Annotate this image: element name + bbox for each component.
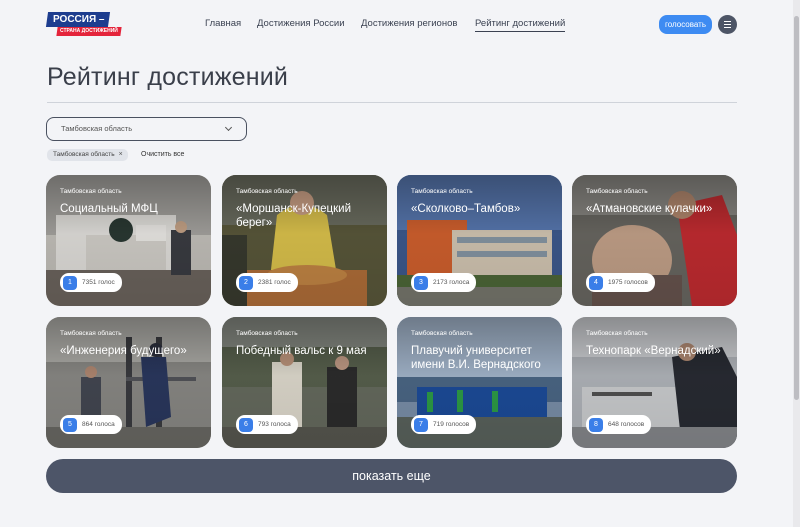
card-title: «Атмановские кулачки» [586,203,713,215]
vote-count-badge: 8 648 голосов [586,415,652,434]
achievement-card[interactable]: Тамбовская область Социальный МФЦ 1 7351 … [46,175,211,306]
card-region: Тамбовская область [60,330,122,337]
filter-tag-label: Тамбовская область [53,151,115,158]
vote-count-badge: 5 864 голоса [60,415,122,434]
rank-badge: 5 [63,417,77,432]
vote-count-badge: 2 2381 голос [236,273,298,292]
card-title: «Моршанск-Купецкий берег» [236,203,352,229]
filter-tag: Тамбовская область × [47,149,128,161]
vote-count-badge: 4 1975 голосов [586,273,655,292]
scrollbar[interactable] [793,0,800,527]
chevron-down-icon [224,123,233,132]
achievement-card[interactable]: Тамбовская область Технопарк «Вернадский… [572,317,737,448]
nav-rating[interactable]: Рейтинг достижений [475,17,566,32]
vote-count: 793 голоса [258,421,291,428]
achievement-card[interactable]: Тамбовская область «Сколково–Тамбов» 3 21… [397,175,562,306]
rank-badge: 8 [589,417,603,432]
achievement-card[interactable]: Тамбовская область Победный вальс к 9 ма… [222,317,387,448]
card-title: Победный вальс к 9 мая [236,345,367,357]
card-region: Тамбовская область [236,330,298,337]
page-title: Рейтинг достижений [47,63,289,91]
vote-count-badge: 7 719 голосов [411,415,477,434]
region-select[interactable]: Тамбовская область [46,117,247,141]
vote-count: 7351 голос [82,279,115,286]
scrollbar-thumb[interactable] [794,16,799,400]
site-header: РОССИЯ – СТРАНА ДОСТИЖЕНИЙ Главная Дости… [0,0,800,50]
card-title: Технопарк «Вернадский» [586,345,721,357]
vote-count: 2173 голоса [433,279,470,286]
vote-count: 2381 голос [258,279,291,286]
rank-badge: 4 [589,275,603,290]
vote-count-badge: 6 793 голоса [236,415,298,434]
divider [47,102,737,103]
rank-badge: 2 [239,275,253,290]
vote-count: 864 голоса [82,421,115,428]
card-region: Тамбовская область [586,330,648,337]
nav-region-achievements[interactable]: Достижения регионов [361,17,457,31]
region-select-value: Тамбовская область [61,124,133,133]
rank-badge: 3 [414,275,428,290]
card-title: Плавучий университет имени В.И. Вернадск… [411,345,541,371]
clear-all-link[interactable]: Очистить все [141,149,184,161]
achievement-card[interactable]: Тамбовская область «Моршанск-Купецкий бе… [222,175,387,306]
card-title: «Инженерия будущего» [60,345,187,357]
card-region: Тамбовская область [411,330,473,337]
vote-count-badge: 1 7351 голос [60,273,122,292]
achievement-card[interactable]: Тамбовская область «Атмановские кулачки»… [572,175,737,306]
card-region: Тамбовская область [411,188,473,195]
card-region: Тамбовская область [236,188,298,195]
show-more-button[interactable]: показать еще [46,459,737,493]
rank-badge: 7 [414,417,428,432]
card-region: Тамбовская область [586,188,648,195]
close-icon[interactable]: × [119,151,123,158]
vote-count-badge: 3 2173 голоса [411,273,477,292]
vote-count: 648 голосов [608,421,645,428]
rank-badge: 1 [63,275,77,290]
vote-button[interactable]: голосовать [659,15,712,34]
rank-badge: 6 [239,417,253,432]
achievement-card[interactable]: Тамбовская область «Инженерия будущего» … [46,317,211,448]
nav-home[interactable]: Главная [205,17,241,31]
nav-russia-achievements[interactable]: Достижения России [257,17,345,31]
vote-count: 719 голосов [433,421,470,428]
card-title: «Сколково–Тамбов» [411,203,521,215]
hamburger-icon [724,20,731,30]
achievement-card[interactable]: Тамбовская область Плавучий университет … [397,317,562,448]
card-region: Тамбовская область [60,188,122,195]
card-title: Социальный МФЦ [60,203,158,215]
vote-count: 1975 голосов [608,279,648,286]
menu-button[interactable] [718,15,737,34]
